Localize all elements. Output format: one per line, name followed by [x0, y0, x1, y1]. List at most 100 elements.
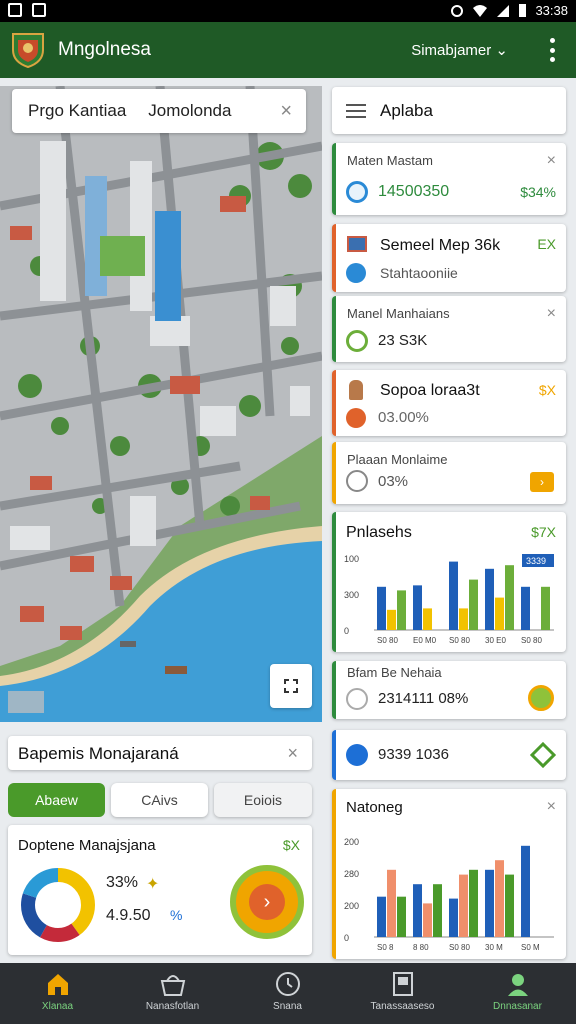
x-tick-label: S0 M	[521, 943, 540, 952]
chart-title: Pnlasehs	[346, 524, 412, 541]
nav-item-device[interactable]: Tanassaaseso	[345, 963, 460, 1024]
metric-card-3[interactable]: Manel Manhaians × 23 S3K	[332, 296, 566, 362]
bar	[397, 590, 406, 630]
close-icon[interactable]: ×	[547, 153, 556, 169]
fullscreen-button[interactable]	[270, 664, 312, 708]
chart-card-1: Pnlasehs $7X 100 300 0 S0 80 E0 M0 S0 80 30 E0…	[332, 512, 566, 652]
close-icon[interactable]: ×	[280, 101, 292, 121]
tab-eoiois[interactable]: Eoiois	[214, 783, 312, 817]
nav-label: Dnnasanar	[493, 1001, 542, 1012]
bar	[413, 884, 422, 937]
close-icon[interactable]: $X	[539, 382, 556, 398]
search-location-secondary: Jomolonda	[148, 101, 232, 120]
bar	[495, 597, 504, 630]
bar	[387, 869, 396, 937]
bar	[449, 561, 458, 630]
y-tick-label: 0	[344, 626, 349, 636]
sparkle-icon: ✦	[146, 876, 160, 893]
nav-item-home[interactable]: Xlanaa	[0, 963, 115, 1024]
metric-card-4[interactable]: Sopoa loraa3t $X 03.00%	[332, 370, 566, 436]
x-tick-label: S0 80	[449, 943, 470, 952]
left-panel-title: Bapemis Monajaraná	[18, 744, 179, 763]
nav-item-profile[interactable]: Dnnasanar	[460, 963, 575, 1024]
summary-title: Doptene Manajsjana	[18, 837, 156, 854]
metric-card-8[interactable]: 9339 1036	[332, 730, 566, 780]
bar	[397, 896, 406, 937]
nav-item-basket[interactable]: Nanasfotlan	[115, 963, 230, 1024]
tab-abaew[interactable]: Abaew	[8, 783, 105, 817]
user-name: Simabjamer	[411, 42, 492, 59]
search-location: Prgo Kantiaa	[28, 101, 127, 120]
person-icon	[349, 380, 363, 400]
chevron-down-icon: ⌄	[495, 42, 508, 59]
bar	[541, 586, 550, 630]
nav-item-clock[interactable]: Snana	[230, 963, 345, 1024]
basket-icon	[160, 975, 185, 996]
x-tick-label: S0 80	[449, 636, 470, 645]
metric-value: 03%	[378, 473, 409, 490]
close-icon[interactable]: ×	[547, 306, 556, 322]
map-search-bar[interactable]: Prgo Kantiaa Jomolonda ×	[12, 89, 306, 133]
metric-value: 9339 1036	[378, 746, 449, 763]
notification-icon	[32, 3, 46, 17]
close-icon[interactable]: ×	[287, 744, 298, 762]
bar	[521, 845, 530, 937]
metric-value: 03.00%	[378, 409, 429, 426]
clock-icon	[346, 688, 368, 710]
metric-label: Plaaan Monlaime	[347, 452, 448, 467]
bar	[459, 608, 468, 630]
bar	[377, 896, 386, 937]
summary-suffix: %	[170, 907, 183, 923]
tab-caivs[interactable]: CAivs	[111, 783, 208, 817]
notification-icon	[8, 3, 22, 17]
metric-label: Bfam Be Nehaia	[347, 665, 442, 680]
user-menu[interactable]: Simabjamer ⌄	[411, 41, 508, 59]
more-menu-icon[interactable]	[548, 38, 556, 62]
bar	[485, 869, 494, 937]
metric-card-2[interactable]: Semeel Mep 36k EX Stahtaooniie	[332, 224, 566, 292]
summary-pct: 33%	[106, 874, 139, 891]
app-title: Mngolnesa	[58, 39, 151, 60]
bar	[469, 579, 478, 630]
menu-icon[interactable]	[346, 103, 366, 119]
metric-sub: Stahtaooniie	[380, 265, 458, 281]
metric-card-7[interactable]: Bfam Be Nehaia 2314111 08%	[332, 661, 566, 719]
leaf-icon	[346, 330, 368, 352]
y-tick-label: 200	[344, 901, 359, 911]
nav-label: Snana	[273, 1001, 302, 1012]
bar	[505, 874, 514, 937]
bar-chart: 200 280 200 0 S0 8 8 80 S0 80 30 M S0 M	[344, 837, 554, 952]
highlight-label: 3339	[526, 556, 546, 566]
x-tick-label: E0 M0	[413, 636, 437, 645]
metric-card-1[interactable]: Maten Mastam × 14500350 $34%	[332, 143, 566, 215]
bar	[423, 903, 432, 937]
metric-change: $34%	[520, 184, 556, 200]
wifi-icon	[473, 4, 488, 17]
bar	[433, 884, 442, 937]
alarm-icon	[451, 4, 464, 17]
bar	[387, 609, 396, 630]
nav-label: Nanasfotlan	[145, 1001, 200, 1012]
clock-icon	[346, 470, 368, 492]
arrow-right-icon[interactable]: ›	[530, 472, 554, 492]
metric-label: Maten Mastam	[347, 153, 433, 168]
close-icon[interactable]: EX	[537, 236, 556, 252]
y-tick-label: 200	[344, 837, 359, 847]
metric-card-5[interactable]: Plaaan Monlaime 03% ›	[332, 442, 566, 504]
nav-label: Tanassaaseso	[370, 1001, 435, 1012]
x-tick-label: S0 80	[521, 636, 542, 645]
metric-label: Semeel Mep 36k	[380, 237, 501, 254]
bar	[423, 608, 432, 630]
alert-icon	[346, 408, 366, 428]
bar	[377, 586, 386, 630]
close-icon[interactable]: ×	[547, 799, 556, 815]
x-tick-label: 30 M	[485, 943, 503, 952]
building-icon	[347, 236, 367, 252]
left-panel-header: Bapemis Monajaraná ×	[8, 736, 312, 770]
y-tick-label: 0	[344, 933, 349, 943]
bar-chart: 100 300 0 S0 80 E0 M0 S0 80 30 E0 S0 80 3339	[344, 554, 554, 645]
clock-icon	[275, 972, 300, 996]
go-button[interactable]: ›	[230, 865, 304, 939]
metric-value: 2314111 08%	[378, 690, 469, 707]
city-map[interactable]	[0, 86, 322, 722]
